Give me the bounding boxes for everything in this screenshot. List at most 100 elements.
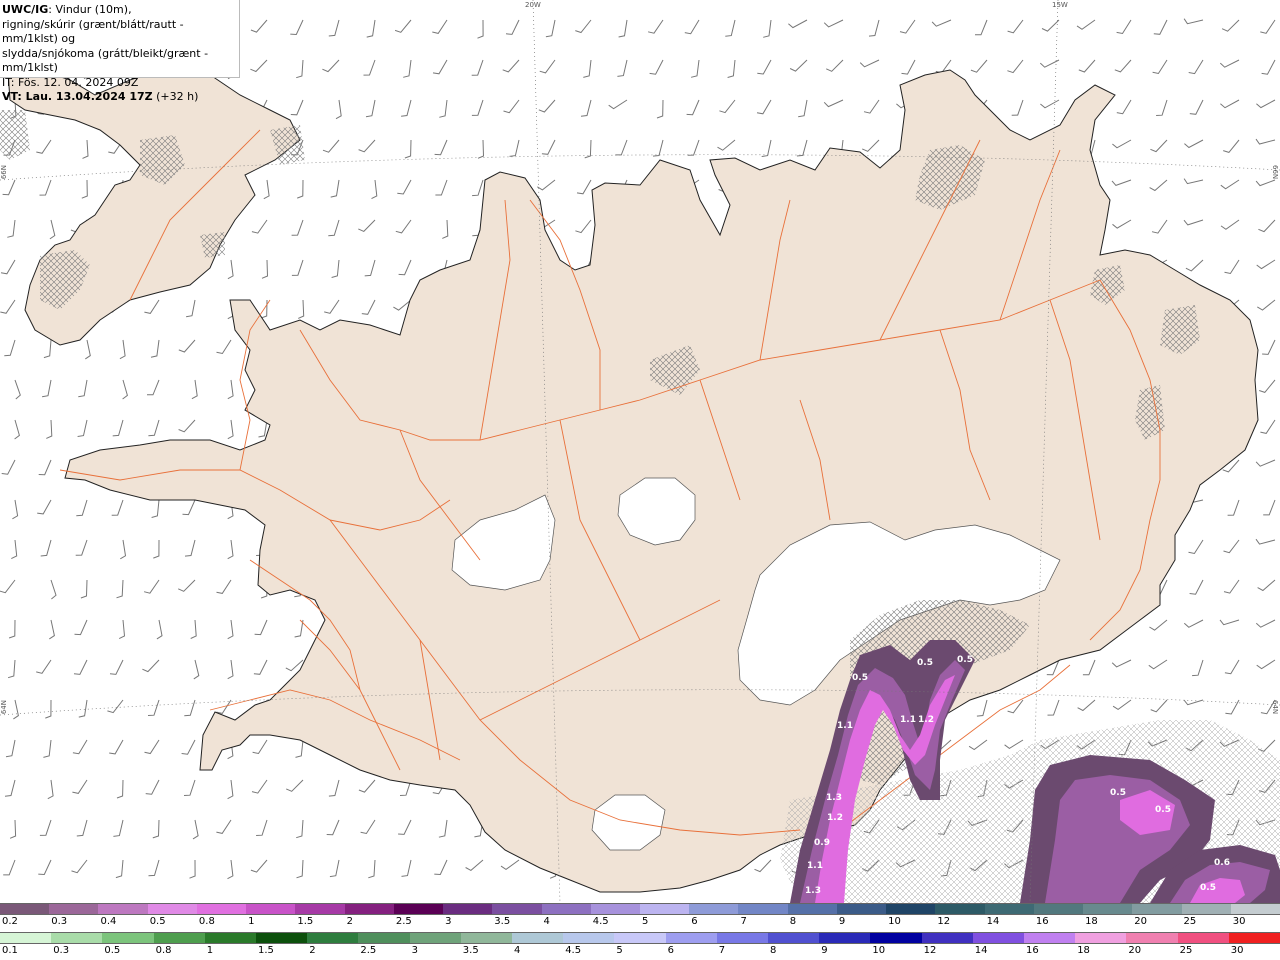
- legend-label: 30: [1230, 945, 1244, 956]
- legend-label: 1: [248, 916, 255, 927]
- legend-swatch: [921, 932, 974, 944]
- lat-label-64n-right: 64N: [1271, 700, 1279, 715]
- precip-value-v11: 1.3: [805, 886, 821, 896]
- model-name: UWC/IG: [2, 3, 49, 16]
- legend-swatch: [51, 932, 104, 944]
- legend-swatch: [1024, 932, 1077, 944]
- legend-label: 30: [1232, 916, 1246, 927]
- legend-label: 18: [1077, 945, 1090, 956]
- legend-label: 0.2: [2, 916, 18, 927]
- legend-label: 0.5: [104, 945, 121, 956]
- precip-value-v6: 1.2: [918, 715, 934, 725]
- legend-swatch: [541, 903, 592, 915]
- legend-swatch: [49, 903, 100, 915]
- legend-swatch: [1075, 932, 1128, 944]
- legend-swatch: [614, 932, 667, 944]
- rain-legend-bar: 0.1 0.3 0.5 0.8 1 1.5 2 2.5 3 3.5 4 4.5 5 6 7 8 9 10 12 14 1…: [0, 932, 1280, 957]
- legend-swatch: [295, 903, 346, 915]
- legend-label: 6: [691, 916, 698, 927]
- subtitle-snow: slydda/snjókoma (grátt/bleikt/grænt - mm…: [2, 46, 209, 75]
- legend-label: 12: [923, 945, 937, 956]
- precip-value-v15: 0.5: [1200, 883, 1216, 893]
- legend-swatch: [590, 903, 641, 915]
- legend-label: 2: [309, 945, 316, 956]
- legend-label: 7: [718, 945, 726, 956]
- legend-label: 2.5: [395, 916, 412, 927]
- subtitle-rain: rigning/skúrir (grænt/blátt/rautt - mm/1…: [2, 17, 184, 46]
- legend-label: 0.4: [100, 916, 117, 927]
- legend-swatch: [768, 932, 821, 944]
- precip-value-v2: 0.5: [917, 658, 933, 668]
- legend-label: 1.5: [258, 945, 274, 956]
- legend-label: 3: [445, 916, 452, 927]
- legend-label: 2.5: [360, 945, 377, 956]
- legend-swatch: [246, 903, 297, 915]
- legend-swatch: [886, 903, 937, 915]
- precip-value-v1: 0.5: [852, 673, 868, 683]
- init-time: IT: Fös. 12. 04. 2024 09Z: [2, 75, 139, 89]
- legend-swatch: [204, 932, 257, 944]
- legend-swatch: [1126, 932, 1179, 944]
- legend-swatch: [640, 903, 691, 915]
- legend-label: 4: [543, 916, 550, 927]
- legend-swatch: [256, 932, 309, 944]
- legend-swatch: [738, 903, 789, 915]
- legend-swatch: [153, 932, 206, 944]
- legend-label: 9: [838, 916, 846, 927]
- legend-swatch: [689, 903, 740, 915]
- legend-swatch: [935, 903, 986, 915]
- precip-value-v4: 1.1: [837, 721, 853, 731]
- legend-swatch: [512, 932, 565, 944]
- legend-swatch: [492, 903, 543, 915]
- valid-time-line: VT: Lau. 13.04.2024 17Z (+32 h): [2, 90, 239, 105]
- legend-label: 14: [974, 945, 988, 956]
- legend-swatch: [1033, 903, 1085, 915]
- legend-label: 0.1: [2, 945, 18, 956]
- lat-label-64n-left: 64N: [0, 700, 8, 715]
- lat-label-66n-left: 66N: [0, 165, 8, 180]
- precip-value-v13: 0.5: [1155, 805, 1171, 815]
- legend-swatch: [196, 903, 248, 915]
- legend-swatch: [0, 932, 53, 944]
- legend-swatch: [665, 932, 718, 944]
- legend-label: 4.5: [592, 916, 609, 927]
- legend-swatch: [147, 903, 198, 915]
- title-line: UWC/IG: Vindur (10m),: [2, 3, 239, 18]
- precip-value-v8: 1.2: [827, 813, 843, 823]
- legend-swatch: [984, 903, 1035, 915]
- legend-label: 25: [1179, 945, 1193, 956]
- weather-map[interactable]: 0.5 0.5 0.5 1.1 1.1 1.2 1.3 1.2 0.9 1.1 1.3 0.5 0.5 0…: [0, 0, 1280, 904]
- legend-swatch: [307, 932, 360, 944]
- legend-label: 5: [642, 916, 649, 927]
- precip-value-v14: 0.6: [1214, 858, 1230, 868]
- legend-label: 2: [346, 916, 353, 927]
- legend-swatch: [972, 932, 1025, 944]
- legend-label: 0.3: [53, 945, 70, 956]
- legend-swatch: [358, 932, 411, 944]
- legend-label: 10: [872, 945, 886, 956]
- precip-value-v5: 1.1: [900, 715, 916, 725]
- map-canvas: 0.50.5 0.51.11.1 1.21.31.20.91.11.30.50.50…: [0, 0, 1280, 904]
- forecast-offset: (+32 h): [152, 90, 199, 103]
- snow-legend-bar: 0.2 0.3 0.4 0.5 0.8 1 1.5 2 2.5 3 3.5 4 4.5 5 6 7 8 9 10 12…: [0, 903, 1280, 928]
- lon-label-15w: 15W: [1052, 1, 1068, 9]
- legend-label: 6: [667, 945, 674, 956]
- precip-value-v10: 1.1: [807, 861, 823, 871]
- legend-label: 1: [206, 945, 214, 956]
- precip-value-v3: 0.5: [957, 655, 973, 665]
- legend-swatch: [409, 932, 462, 944]
- legend-label: 8: [770, 945, 777, 956]
- legend-label: 18: [1085, 916, 1098, 927]
- legend-label: 0.8: [198, 916, 215, 927]
- legend-swatch: [1181, 903, 1232, 915]
- lat-label-66n-right: 66N: [1271, 165, 1279, 180]
- title-text: : Vindur (10m),: [48, 3, 132, 16]
- legend-swatch: [563, 932, 616, 944]
- legend-label: 9: [821, 945, 828, 956]
- legend-label: 16: [1026, 945, 1039, 956]
- legend-label: 20: [1134, 916, 1148, 927]
- legend-swatch: [98, 903, 149, 915]
- legend-swatch: [870, 932, 923, 944]
- legend-label: 0.8: [155, 945, 172, 956]
- legend-label: 0.3: [51, 916, 68, 927]
